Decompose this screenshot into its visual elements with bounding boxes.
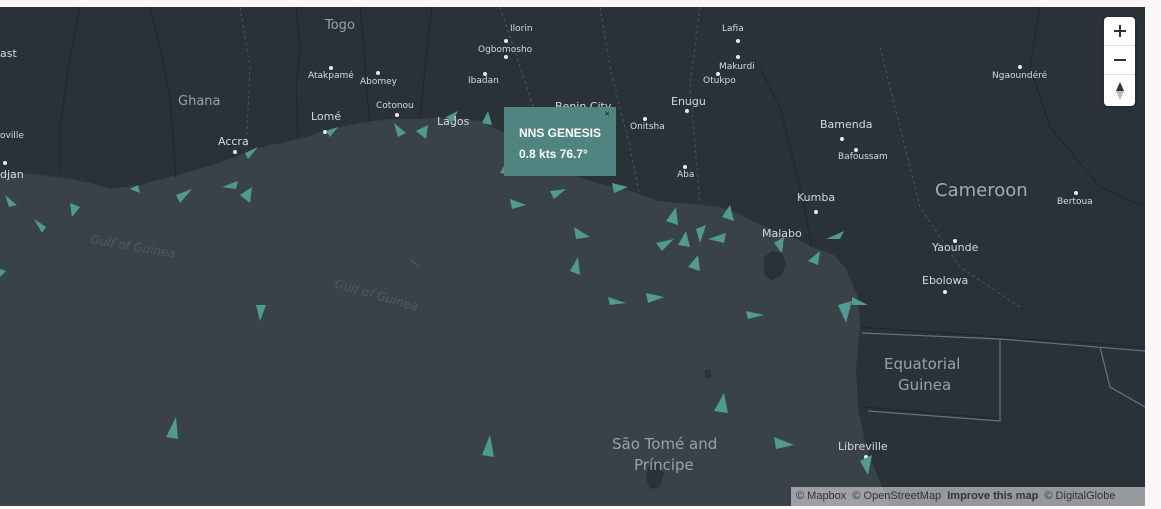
city-label-abomey: Abomey bbox=[360, 77, 398, 87]
city-label-lafia: Lafia bbox=[722, 24, 744, 34]
city-label-lome: Lomé bbox=[311, 110, 341, 123]
country-label-ghana: Ghana bbox=[178, 94, 221, 109]
country-label-guinea: Guinea bbox=[898, 376, 951, 394]
popup-vessel-details: 0.8 kts 76.7° bbox=[519, 147, 588, 161]
minus-icon bbox=[1113, 59, 1126, 61]
attribution-osm-link[interactable]: © OpenStreetMap bbox=[852, 490, 941, 502]
country-label-equatorial: Equatorial bbox=[884, 355, 960, 373]
country-label-togo: Togo bbox=[324, 18, 355, 33]
city-label-yaounde: Yaounde bbox=[931, 241, 979, 254]
city-label-otukpo: Otukpo bbox=[703, 76, 736, 86]
zoom-out-button[interactable] bbox=[1104, 46, 1135, 75]
city-label-enugu: Enugu bbox=[671, 95, 706, 108]
compass-icon bbox=[1115, 81, 1124, 100]
city-label-ngaoundere: Ngaoundéré bbox=[992, 70, 1048, 81]
attribution-mapbox-link[interactable]: © Mapbox bbox=[796, 490, 846, 502]
city-label-bamenda: Bamenda bbox=[820, 118, 872, 131]
plus-icon bbox=[1113, 25, 1126, 37]
city-label-cotonou: Cotonou bbox=[376, 101, 414, 111]
attribution-digitalglobe-link[interactable]: © DigitalGlobe bbox=[1044, 490, 1115, 502]
popup-vessel-name: NNS GENESIS bbox=[519, 126, 602, 140]
island-label-principe: Príncipe bbox=[634, 456, 694, 474]
city-label-djan: djan bbox=[0, 168, 24, 181]
city-label-bafoussam: Bafoussam bbox=[838, 152, 888, 162]
city-label-onitsha: Onitsha bbox=[630, 122, 665, 132]
city-label-malabo: Malabo bbox=[762, 227, 802, 240]
compass-button[interactable] bbox=[1104, 75, 1135, 106]
vessel-popup: × NNS GENESIS 0.8 kts 76.7° bbox=[504, 107, 616, 176]
zoom-in-button[interactable] bbox=[1104, 17, 1135, 46]
city-label-ast: ast bbox=[0, 47, 17, 60]
zoom-controls bbox=[1104, 17, 1135, 106]
map-svg[interactable]: Togo Ghana Cameroon Equatorial Guinea Gu… bbox=[0, 7, 1145, 506]
city-label-accra: Accra bbox=[218, 135, 249, 148]
country-label-cameroon: Cameroon bbox=[935, 180, 1028, 201]
island-label-sao-tome: São Tomé and bbox=[612, 435, 717, 453]
city-label-ilorin: Ilorin bbox=[510, 24, 533, 34]
city-label-makurdi: Makurdi bbox=[719, 62, 755, 72]
map-attribution: © Mapbox © OpenStreetMap Improve this ma… bbox=[791, 487, 1145, 506]
map-canvas[interactable]: Togo Ghana Cameroon Equatorial Guinea Gu… bbox=[0, 7, 1145, 506]
city-label-ibadan: Ibadan bbox=[468, 76, 499, 86]
city-label-libreville: Libreville bbox=[838, 440, 888, 453]
city-label-bertoua: Bertoua bbox=[1057, 197, 1093, 207]
improve-map-link[interactable]: Improve this map bbox=[947, 490, 1038, 502]
city-label-ogbomosho: Ogbomosho bbox=[478, 45, 533, 55]
city-label-aba: Aba bbox=[677, 170, 694, 180]
popup-close-button[interactable]: × bbox=[604, 109, 610, 121]
city-label-kumba: Kumba bbox=[797, 191, 835, 204]
city-label-oville: oville bbox=[0, 131, 24, 141]
city-label-atakpame: Atakpamé bbox=[308, 70, 354, 81]
city-label-ebolowa: Ebolowa bbox=[922, 274, 968, 287]
